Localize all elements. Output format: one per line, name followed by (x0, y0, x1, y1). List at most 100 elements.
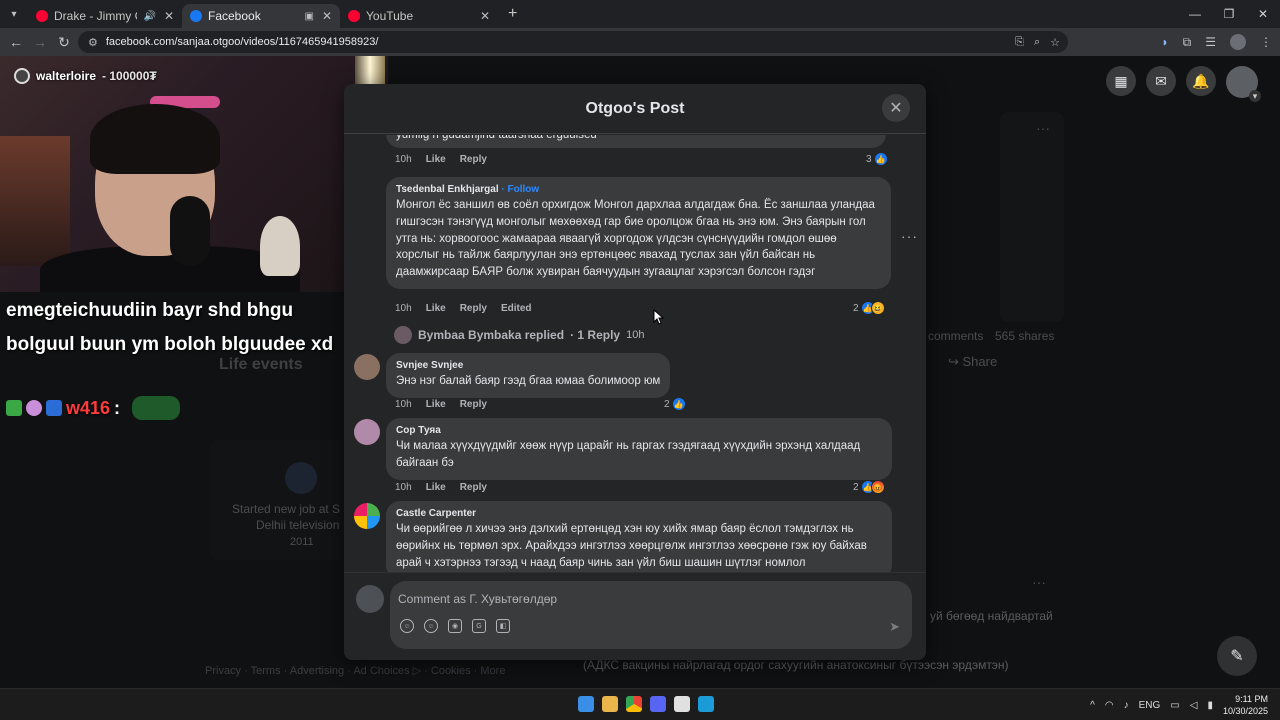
comment-time[interactable]: 10h (395, 399, 412, 410)
extensions-puzzle-icon[interactable]: ⧉ (1183, 35, 1192, 50)
reply-button[interactable]: Reply (460, 482, 487, 493)
network-icon[interactable]: ◠ (1105, 700, 1114, 711)
reaction-count[interactable]: 2 👍 😆 (853, 301, 885, 315)
comment-author[interactable]: Castle Carpenter (396, 507, 882, 521)
battery-icon[interactable]: ▮ (1207, 700, 1213, 711)
bg-more-icon-2[interactable]: ··· (1032, 574, 1046, 590)
zoom-icon[interactable]: ⌕ (1034, 36, 1040, 49)
language-indicator[interactable]: ENG (1139, 700, 1161, 711)
account-avatar[interactable] (1226, 66, 1261, 102)
tab-facebook[interactable]: Facebook ▣ ✕ (182, 4, 340, 28)
camera-icon[interactable]: ◉ (448, 619, 462, 633)
url-text[interactable]: facebook.com/sanjaa.otgoo/videos/1167465… (106, 36, 379, 48)
close-tab-icon[interactable]: ✕ (164, 9, 174, 23)
bg-comments-count: comments (928, 329, 984, 343)
bg-more-icon[interactable]: ··· (1036, 120, 1050, 136)
tab-title: YouTube (366, 9, 414, 23)
reaction-count[interactable]: 2 👍 (664, 397, 686, 411)
comment-time[interactable]: 10h (395, 303, 412, 314)
frog-emote-icon (132, 396, 181, 420)
comments-list[interactable]: yumlig n gudamjind taarshaa erguulsed 10… (344, 135, 926, 572)
like-button[interactable]: Like (426, 154, 446, 165)
like-button[interactable]: Like (426, 303, 446, 314)
comment-author[interactable]: Svnjee Svnjee (396, 359, 660, 373)
commenter-avatar[interactable] (354, 503, 380, 529)
install-icon[interactable]: ⎘ (1015, 36, 1024, 49)
comment-actions: 10h Like Reply Edited (395, 303, 532, 314)
comment-author[interactable]: Cop Туяа (396, 424, 882, 438)
profile-avatar[interactable] (1230, 34, 1246, 50)
volume-icon[interactable]: ◁ (1190, 700, 1198, 711)
reaction-count[interactable]: 3 👍 (866, 152, 888, 166)
gif-icon[interactable]: G (472, 619, 486, 633)
comment-author[interactable]: Tsedenbal Enkhjargal (396, 184, 499, 195)
new-message-button[interactable]: ✎ (1217, 636, 1257, 676)
tray-overflow-icon[interactable]: ^ (1090, 700, 1095, 711)
comment-input[interactable] (398, 589, 898, 609)
mic-icon[interactable]: ♪ (1124, 700, 1129, 711)
like-button[interactable]: Like (426, 482, 446, 493)
comment-text: yumlig n gudamjind taarshaa erguulsed (396, 135, 597, 141)
comment-tsedenbal: Tsedenbal Enkhjargal · Follow Монгол ёс … (386, 177, 891, 289)
file-explorer-icon[interactable] (602, 696, 618, 712)
like-button[interactable]: Like (426, 399, 446, 410)
menu-grid-icon[interactable]: ▦ (1106, 66, 1136, 96)
sticker-icon[interactable]: ◧ (496, 619, 510, 633)
commenter-avatar[interactable] (354, 419, 380, 445)
replies-time: 10h (626, 329, 645, 341)
comment-time[interactable]: 10h (395, 154, 412, 165)
close-icon[interactable]: ✕ (882, 94, 910, 122)
my-avatar[interactable] (356, 585, 384, 613)
minimize-icon[interactable]: — (1178, 0, 1212, 28)
bookmark-star-icon[interactable]: ☆ (1050, 36, 1060, 49)
reaction-number: 2 (853, 302, 859, 314)
tab-search-button[interactable]: ▾ (0, 0, 28, 28)
omnibox[interactable]: ⚙ facebook.com/sanjaa.otgoo/videos/11674… (78, 31, 1068, 53)
chrome-menu-icon[interactable]: ⋮ (1260, 35, 1272, 49)
reload-icon[interactable]: ↻ (52, 34, 76, 51)
windows-start-icon[interactable] (578, 696, 594, 712)
browser-tab-bar: ▾ Drake - Jimmy Cooks ft. 21 🔊 ✕ Faceboo… (0, 0, 1280, 28)
view-replies-link[interactable]: Bymbaa Bymbaka replied · 1 Reply 10h (394, 326, 644, 344)
tab-youtube[interactable]: YouTube ✕ (340, 4, 498, 28)
youtube-favicon-icon (36, 10, 48, 22)
omnibox-actions: ⎘ ⌕ ☆ (1015, 31, 1060, 53)
reaction-number: 3 (866, 153, 872, 165)
comment-time[interactable]: 10h (395, 482, 412, 493)
close-tab-icon[interactable]: ✕ (322, 9, 332, 23)
comment-actions: 10h Like Reply (395, 399, 487, 410)
app-icon[interactable] (674, 696, 690, 712)
cast-icon[interactable]: ▣ (304, 11, 313, 22)
commenter-avatar[interactable] (354, 354, 380, 380)
bg-share-button[interactable]: ↪ Share (948, 354, 997, 370)
messenger-icon[interactable]: ✉ (1146, 66, 1176, 96)
chrome-icon[interactable] (626, 696, 642, 712)
comment-bubble: yumlig n gudamjind taarshaa erguulsed (386, 135, 886, 148)
reaction-count[interactable]: 2 👍 😡 (853, 480, 885, 494)
new-tab-button[interactable]: + (508, 5, 517, 23)
speaker-icon[interactable]: 🔊 (143, 11, 155, 22)
close-window-icon[interactable]: ✕ (1246, 0, 1280, 28)
back-icon[interactable]: ← (4, 34, 28, 50)
follow-button[interactable]: · Follow (501, 184, 539, 195)
reply-button[interactable]: Reply (460, 303, 487, 314)
restore-icon[interactable]: ❐ (1212, 0, 1246, 28)
discord-icon[interactable] (650, 696, 666, 712)
notifications-bell-icon[interactable]: 🔔 (1186, 66, 1216, 96)
clock[interactable]: 9:11 PM 10/30/2025 (1223, 693, 1268, 717)
send-icon[interactable]: ➤ (889, 619, 900, 635)
emoji-icon[interactable]: ☺ (424, 619, 438, 633)
forward-icon[interactable]: → (28, 34, 52, 50)
display-icon[interactable]: ▭ (1170, 700, 1179, 711)
reply-button[interactable]: Reply (460, 154, 487, 165)
bg-footer-links[interactable]: Privacy · Terms · Advertising · Ad Choic… (205, 664, 505, 677)
reply-button[interactable]: Reply (460, 399, 487, 410)
tab-drake[interactable]: Drake - Jimmy Cooks ft. 21 🔊 ✕ (28, 4, 182, 28)
steam-icon[interactable] (698, 696, 714, 712)
close-tab-icon[interactable]: ✕ (480, 9, 490, 23)
media-icon[interactable]: ☰ (1205, 35, 1216, 49)
comment-more-icon[interactable]: ··· (901, 228, 918, 244)
site-info-icon[interactable]: ⚙ (88, 36, 98, 49)
avatar-sticker-icon[interactable]: ☺ (400, 619, 414, 633)
extension-icon[interactable]: ◗ (1161, 35, 1168, 49)
